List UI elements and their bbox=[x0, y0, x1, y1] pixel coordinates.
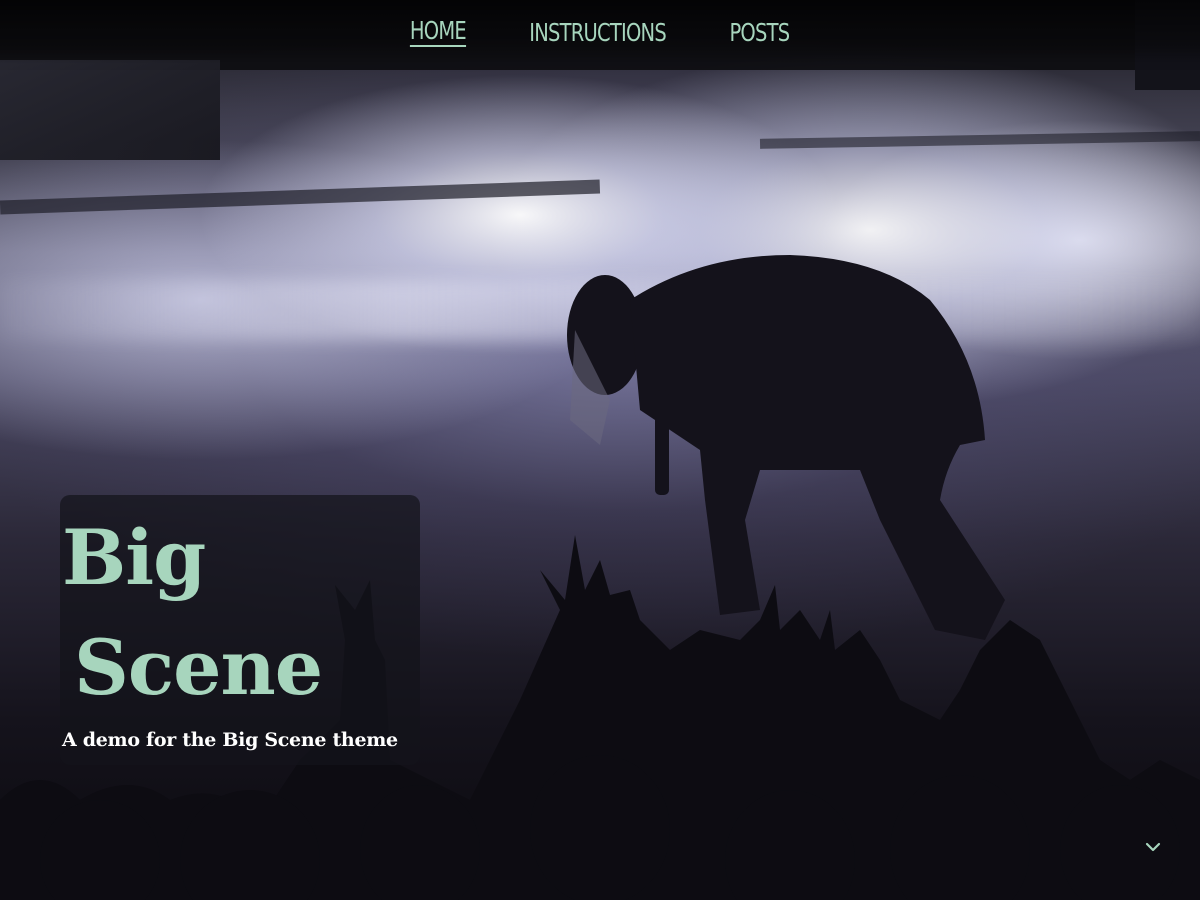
performer-silhouette bbox=[567, 255, 1005, 640]
site-subtitle: A demo for the Big Scene theme bbox=[62, 729, 398, 751]
scroll-down-button[interactable] bbox=[1140, 834, 1166, 860]
site-title-line-1: Big bbox=[62, 513, 206, 602]
crowd-silhouette bbox=[0, 255, 1200, 900]
chevron-down-icon bbox=[1145, 842, 1161, 852]
nav-home-link[interactable]: Home bbox=[409, 18, 467, 47]
hero-background: Home Instructions Posts Big Scene A demo… bbox=[0, 0, 1200, 900]
nav-posts-link[interactable]: Posts bbox=[730, 20, 791, 45]
site-title[interactable]: Big Scene bbox=[62, 503, 418, 723]
top-navigation: Home Instructions Posts bbox=[0, 0, 1200, 64]
site-title-line-2: Scene bbox=[74, 623, 323, 712]
site-title-card: Big Scene A demo for the Big Scene theme bbox=[60, 495, 420, 765]
nav-instructions-link[interactable]: Instructions bbox=[529, 20, 666, 45]
